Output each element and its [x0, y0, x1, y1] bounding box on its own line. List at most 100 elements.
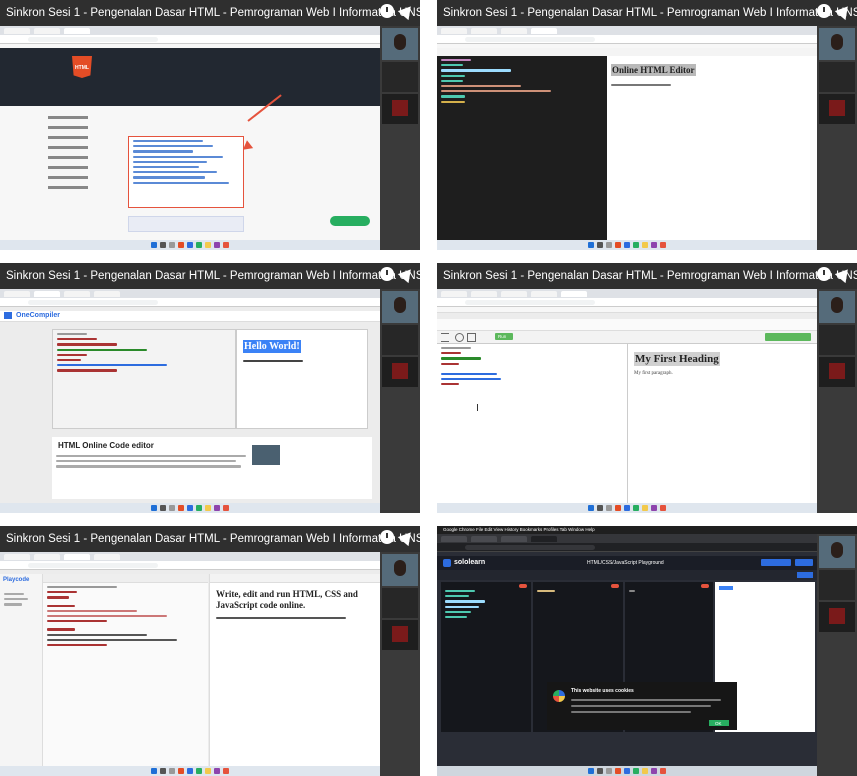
output-heading: Online HTML Editor	[611, 64, 696, 76]
editor-tabs[interactable]	[43, 574, 208, 583]
output-highlight	[719, 586, 733, 590]
output-preview: My First Heading My first paragraph.	[628, 344, 817, 503]
brand-logo[interactable]: OneCompiler	[16, 312, 60, 319]
tile-title: Sinkron Sesi 1 - Pengenalan Dasar HTML -…	[0, 526, 420, 552]
browser-tab-strip[interactable]	[0, 289, 380, 298]
course-banner	[0, 48, 380, 106]
browser-address-bar[interactable]	[0, 561, 380, 570]
share-icon[interactable]	[834, 264, 854, 284]
clock-icon[interactable]	[817, 267, 831, 281]
browser-address-bar[interactable]	[437, 35, 817, 44]
output-heading: Write, edit and run HTML, CSS and JavaSc…	[216, 589, 358, 610]
presenter-camera	[382, 291, 418, 323]
clock-icon[interactable]	[380, 267, 394, 281]
tile-title-text: Sinkron Sesi 1 - Pengenalan Dasar HTML -…	[6, 7, 420, 19]
js-badge	[701, 584, 709, 588]
video-tile-6[interactable]: Google Chrome File Edit View History Boo…	[437, 526, 857, 776]
section-heading: HTML Online Code editor	[58, 441, 154, 450]
browser-address-bar[interactable]	[0, 298, 380, 307]
brand-logo[interactable]: sololearn	[454, 559, 485, 566]
participant-tile	[819, 325, 855, 355]
presenter-camera	[819, 536, 855, 568]
presenter-camera	[382, 554, 418, 586]
video-tile-2[interactable]: Sinkron Sesi 1 - Pengenalan Dasar HTML -…	[437, 0, 857, 250]
video-tile-5[interactable]: Sinkron Sesi 1 - Pengenalan Dasar HTML -…	[0, 526, 420, 776]
participant-tile	[819, 570, 855, 600]
editor-toolbar[interactable]: Run	[437, 331, 817, 344]
browser-address-bar[interactable]	[437, 298, 817, 307]
sololearn-logo-icon	[553, 690, 565, 702]
html-editor[interactable]	[441, 582, 531, 732]
run-button[interactable]	[797, 572, 813, 578]
browser-tab-strip[interactable]	[437, 26, 817, 35]
participant-panel	[380, 289, 420, 513]
taskbar[interactable]	[437, 240, 817, 250]
output-preview: Write, edit and run HTML, CSS and JavaSc…	[209, 574, 380, 766]
clock-icon[interactable]	[380, 530, 394, 544]
mac-menu-bar[interactable]: Google Chrome File Edit View History Boo…	[437, 526, 857, 534]
mac-menu-text: Google Chrome File Edit View History Boo…	[443, 527, 595, 532]
video-tile-3[interactable]: Sinkron Sesi 1 - Pengenalan Dasar HTML -…	[0, 263, 420, 513]
menu-icon[interactable]	[4, 312, 12, 319]
tile-title: Sinkron Sesi 1 - Pengenalan Dasar HTML -…	[437, 263, 857, 289]
cookie-consent-dialog[interactable]: This website uses cookies OK	[547, 682, 737, 730]
browser-tab-strip[interactable]	[0, 552, 380, 561]
taskbar[interactable]	[0, 503, 380, 513]
cookie-ok-label: OK	[715, 720, 722, 726]
sololearn-header: sololearn HTML/CSS/JavaScript Playground	[437, 556, 817, 570]
browser-tab-strip[interactable]	[437, 289, 817, 298]
brand-logo[interactable]: Playcode	[3, 577, 42, 583]
code-editor[interactable]	[437, 56, 607, 240]
info-box	[128, 216, 244, 232]
participant-panel	[817, 534, 857, 776]
code-editor[interactable]	[437, 344, 628, 503]
participant-panel	[817, 289, 857, 513]
share-icon[interactable]	[834, 1, 854, 21]
share-icon[interactable]	[397, 1, 417, 21]
taskbar[interactable]	[0, 240, 380, 250]
sololearn-logo-icon[interactable]	[443, 559, 451, 567]
video-thumbnail[interactable]	[252, 445, 280, 465]
browser-address-bar[interactable]	[0, 35, 380, 44]
editor-tab-bar[interactable]	[437, 319, 817, 331]
bookmarks-bar	[437, 307, 817, 313]
run-button[interactable]: Run	[495, 333, 513, 340]
tile-title-text: Sinkron Sesi 1 - Pengenalan Dasar HTML -…	[443, 7, 857, 19]
preview-header	[210, 574, 380, 583]
code-editor[interactable]	[52, 329, 236, 429]
file-sidebar[interactable]: Playcode	[0, 574, 43, 766]
settings-icon[interactable]	[455, 333, 464, 342]
register-button[interactable]	[795, 559, 813, 566]
presenter-camera	[819, 291, 855, 323]
cookie-ok-button[interactable]: OK	[709, 720, 729, 726]
course-nav[interactable]	[48, 116, 108, 196]
taskbar[interactable]	[437, 503, 817, 513]
video-tile-1[interactable]: Sinkron Sesi 1 - Pengenalan Dasar HTML -…	[0, 0, 420, 250]
text-cursor	[477, 404, 478, 411]
browser-tab-strip[interactable]	[437, 534, 817, 543]
share-icon[interactable]	[397, 264, 417, 284]
playground-toolbar[interactable]	[437, 570, 817, 580]
dock[interactable]	[437, 766, 817, 776]
save-icon[interactable]	[467, 333, 476, 342]
share-icon[interactable]	[397, 527, 417, 547]
start-course-button[interactable]	[761, 559, 791, 566]
playground-title[interactable]: HTML/CSS/JavaScript Playground	[587, 560, 664, 566]
menu-icon[interactable]	[441, 333, 449, 342]
browser-address-bar[interactable]	[437, 543, 817, 552]
taskbar[interactable]	[0, 766, 380, 776]
output-heading: My First Heading	[634, 352, 720, 366]
clock-icon[interactable]	[380, 4, 394, 18]
participant-panel	[380, 26, 420, 250]
output-paragraph: My first paragraph.	[634, 371, 673, 376]
clock-icon[interactable]	[817, 4, 831, 18]
page-article: HTML Online Code editor	[52, 437, 372, 499]
chat-button[interactable]	[330, 216, 370, 226]
tile-title-text: Sinkron Sesi 1 - Pengenalan Dasar HTML -…	[6, 533, 420, 545]
get-website-button[interactable]	[765, 333, 811, 341]
code-editor[interactable]	[43, 574, 208, 766]
browser-tab-strip[interactable]	[0, 26, 380, 35]
participant-tile	[382, 357, 418, 387]
video-tile-4[interactable]: Sinkron Sesi 1 - Pengenalan Dasar HTML -…	[437, 263, 857, 513]
shared-screen: OneCompiler Hello World! HTML Online Cod…	[0, 289, 380, 513]
